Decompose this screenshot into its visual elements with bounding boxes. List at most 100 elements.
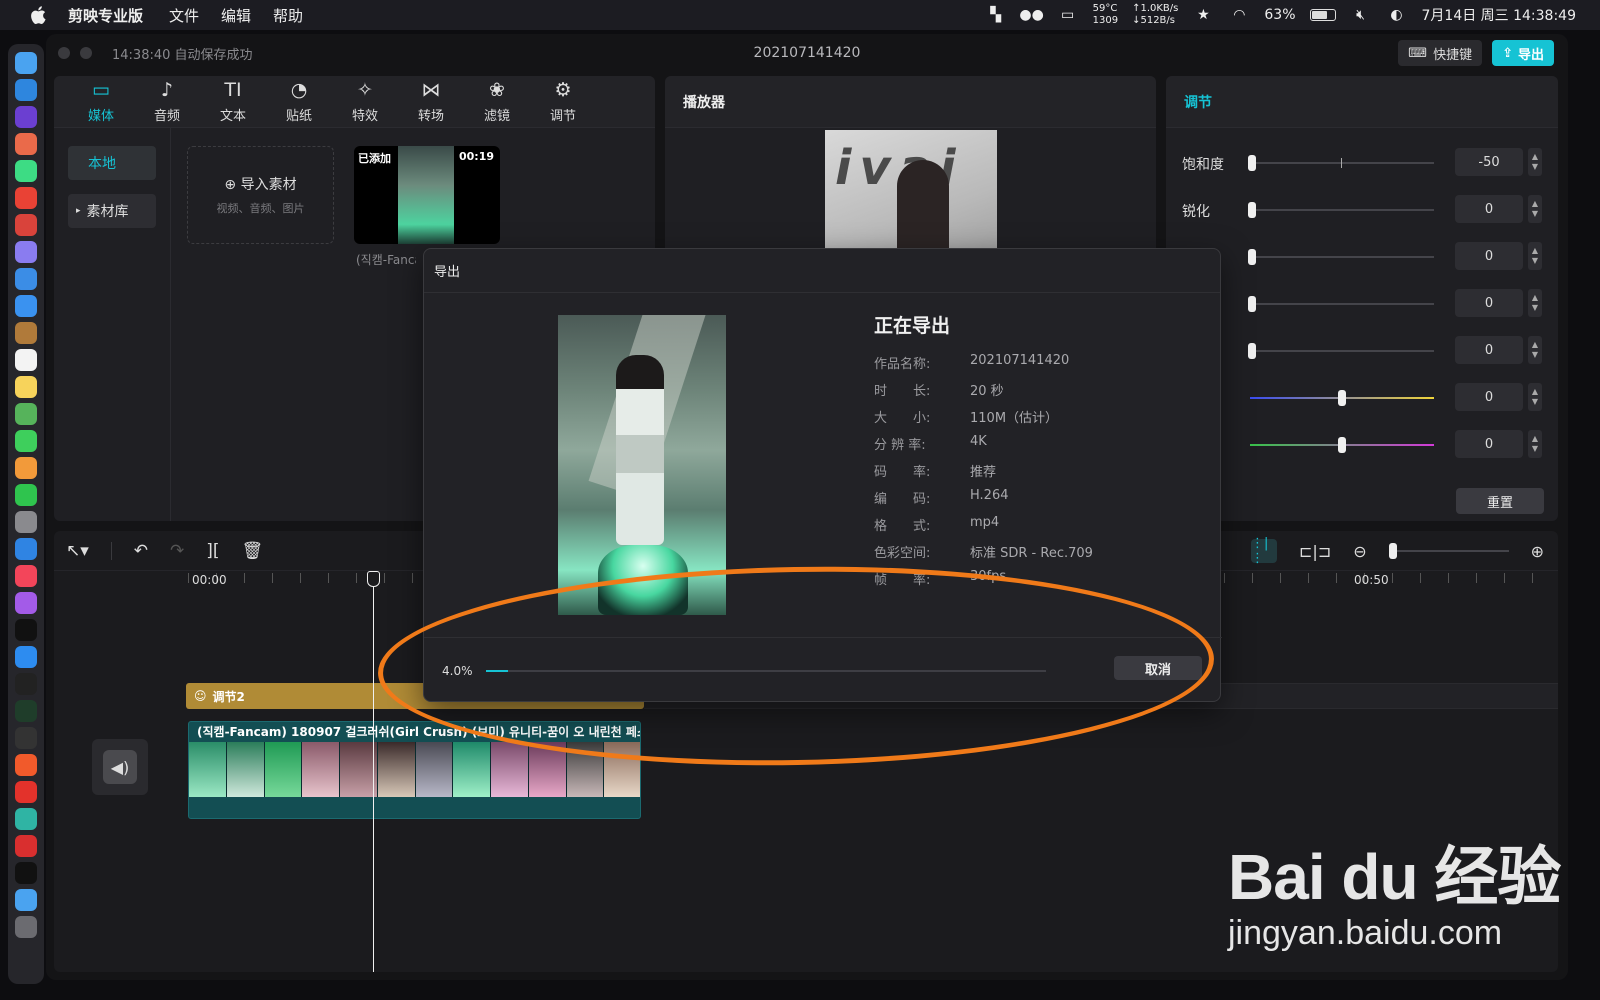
music-icon[interactable] — [15, 565, 37, 587]
close-window-button[interactable] — [58, 47, 70, 59]
reset-button[interactable]: 重置 — [1456, 488, 1544, 514]
trash-icon[interactable] — [15, 916, 37, 938]
tab-filter[interactable]: ❀ 滤镜 — [464, 76, 530, 127]
tab-sticker[interactable]: ◔ 贴纸 — [266, 76, 332, 127]
activity-icon[interactable] — [15, 700, 37, 722]
podcasts-icon[interactable] — [15, 592, 37, 614]
temperature-slider-knob[interactable] — [1338, 390, 1346, 406]
control-center-icon[interactable]: ◐ — [1386, 6, 1408, 24]
adjust-slider-3-knob[interactable] — [1248, 249, 1256, 265]
messages-icon[interactable] — [15, 430, 37, 452]
teal-app-icon[interactable] — [15, 808, 37, 830]
adjust-slider-3[interactable] — [1250, 256, 1434, 258]
sharpen-value[interactable]: 0 — [1455, 195, 1523, 223]
saturation-slider-knob[interactable] — [1248, 155, 1256, 171]
adjust-slider-4-knob[interactable] — [1248, 296, 1256, 312]
adjust-slider-5-knob[interactable] — [1248, 343, 1256, 359]
tint-slider-knob[interactable] — [1338, 437, 1346, 453]
zoom-out-icon[interactable]: ⊖ — [1353, 542, 1366, 561]
adjust-stepper-3[interactable]: ▲ ▼ — [1528, 242, 1542, 270]
tab-text[interactable]: TI 文本 — [200, 76, 266, 127]
finder-icon[interactable] — [15, 52, 37, 74]
notes-app-icon[interactable] — [15, 241, 37, 263]
dots-icon[interactable]: ●● — [1019, 6, 1043, 24]
adjust-value-4[interactable]: 0 — [1455, 289, 1523, 317]
calendar-icon[interactable] — [15, 349, 37, 371]
apple-icon[interactable] — [28, 4, 50, 26]
red-app-icon[interactable] — [15, 214, 37, 236]
box-app-icon[interactable] — [15, 322, 37, 344]
menu-file[interactable]: 文件 — [169, 5, 199, 26]
mute-track-button[interactable]: ◀) — [92, 739, 148, 795]
saturation-value[interactable]: -50 — [1455, 148, 1523, 176]
tab-media[interactable]: ▭ 媒体 — [68, 76, 134, 127]
console-icon[interactable] — [15, 727, 37, 749]
folder-icon[interactable] — [15, 889, 37, 911]
split-icon[interactable]: ][ — [206, 541, 219, 561]
menu-help[interactable]: 帮助 — [273, 5, 303, 26]
sidebar-item-library[interactable]: ▸ 素材库 — [68, 194, 156, 228]
playhead-handle[interactable] — [367, 571, 380, 587]
compass-icon[interactable] — [15, 268, 37, 290]
menu-app-name[interactable]: 剪映专业版 — [68, 5, 143, 26]
adjust-slider-5[interactable] — [1250, 350, 1434, 352]
chrome-icon[interactable] — [15, 187, 37, 209]
netease-icon[interactable] — [15, 835, 37, 857]
siri-icon[interactable] — [15, 106, 37, 128]
photos-icon[interactable] — [15, 457, 37, 479]
display-icon[interactable]: ▭ — [1057, 6, 1079, 24]
tint-value[interactable]: 0 — [1455, 430, 1523, 458]
adjust-value-3[interactable]: 0 — [1455, 242, 1523, 270]
sensor-stats[interactable]: 59°C 1309 — [1093, 3, 1118, 27]
sharpen-stepper[interactable]: ▲ ▼ — [1528, 195, 1542, 223]
cancel-export-button[interactable]: 取消 — [1114, 656, 1202, 680]
export-button[interactable]: ⇪ 导出 — [1492, 40, 1554, 66]
tint-stepper[interactable]: ▲ ▼ — [1528, 430, 1542, 458]
star-icon[interactable]: ★ — [1192, 6, 1214, 24]
sharpen-slider-knob[interactable] — [1248, 202, 1256, 218]
import-media-button[interactable]: ⊕ 导入素材 视频、音频、图片 — [187, 146, 334, 244]
zoom-slider-knob[interactable] — [1388, 543, 1397, 559]
tab-transition[interactable]: ⋈ 转场 — [398, 76, 464, 127]
select-tool-icon[interactable]: ↖▾ — [66, 541, 89, 561]
link-clips-icon[interactable]: ⊏|⊐ — [1299, 542, 1331, 561]
menu-edit[interactable]: 编辑 — [221, 5, 251, 26]
tab-audio[interactable]: ♪ 音频 — [134, 76, 200, 127]
tv-icon[interactable] — [15, 619, 37, 641]
capcut-icon[interactable] — [15, 862, 37, 884]
wifi-icon[interactable]: ◠ — [1228, 6, 1250, 24]
brave-icon[interactable] — [15, 754, 37, 776]
zoom-in-icon[interactable]: ⊕ — [1531, 542, 1544, 561]
layout-icon[interactable]: ▚ — [985, 6, 1007, 24]
saturation-slider[interactable] — [1250, 158, 1434, 168]
safari-icon[interactable] — [15, 79, 37, 101]
redo-icon[interactable]: ↷ — [170, 541, 184, 561]
tab-effects[interactable]: ✧ 特效 — [332, 76, 398, 127]
saturation-stepper[interactable]: ▲ ▼ — [1528, 148, 1542, 176]
facetime-icon[interactable] — [15, 484, 37, 506]
network-stats[interactable]: ↑1.0KB/s ↓512B/s — [1132, 3, 1178, 27]
adjust-slider-4[interactable] — [1250, 303, 1434, 305]
undo-icon[interactable]: ↶ — [134, 541, 148, 561]
launchpad-icon[interactable] — [15, 133, 37, 155]
temperature-value[interactable]: 0 — [1455, 383, 1523, 411]
video-clip[interactable]: (직캠-Fancam) 180907 걸크러쉬(Girl Crush) (보미)… — [188, 721, 641, 819]
terminal-icon[interactable] — [15, 673, 37, 695]
auto-snap-icon[interactable]: ⋮|⋮ — [1250, 536, 1277, 566]
battery-icon[interactable] — [1309, 9, 1336, 21]
adjust-value-5[interactable]: 0 — [1455, 336, 1523, 364]
maps-icon[interactable] — [15, 403, 37, 425]
adjust-stepper-4[interactable]: ▲ ▼ — [1528, 289, 1542, 317]
mail-icon[interactable] — [15, 295, 37, 317]
mute-speaker-icon[interactable]: 🔇︎ — [1350, 6, 1372, 24]
zoom-slider[interactable] — [1388, 543, 1509, 559]
appstore-icon[interactable] — [15, 646, 37, 668]
minimize-window-button[interactable] — [80, 47, 92, 59]
sidebar-item-local[interactable]: 本地 — [68, 146, 156, 180]
shortcuts-button[interactable]: ⌨ 快捷键 — [1398, 40, 1483, 66]
tab-adjust[interactable]: ⚙ 调节 — [530, 76, 596, 127]
media-clip-thumbnail[interactable]: 已添加 00:19 — [354, 146, 500, 244]
menubar-clock[interactable]: 7月14日 周三 14:38:49 — [1422, 5, 1577, 25]
keynote-icon[interactable] — [15, 538, 37, 560]
notes-icon[interactable] — [15, 376, 37, 398]
